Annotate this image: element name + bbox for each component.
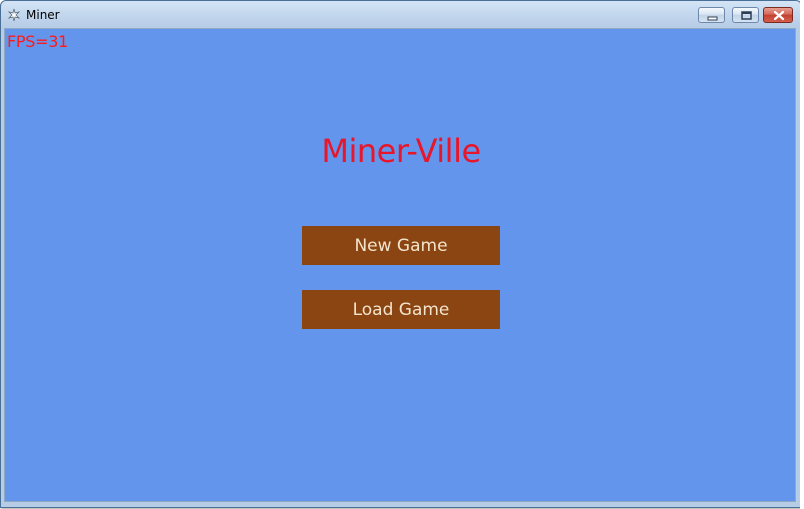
minimize-button[interactable] [698, 7, 725, 23]
close-icon [773, 10, 785, 21]
minimize-icon [707, 16, 718, 21]
load-game-button[interactable]: Load Game [302, 290, 500, 329]
new-game-button[interactable]: New Game [302, 226, 500, 265]
title-bar[interactable]: Miner [1, 1, 801, 29]
window-title: Miner [26, 8, 60, 22]
maximize-button[interactable] [732, 7, 759, 23]
desktop-edge [800, 0, 804, 509]
close-button[interactable] [763, 7, 793, 23]
application-window: Miner FPS=31 Miner-Ville New Game Load G… [0, 0, 802, 508]
game-title: Miner-Ville [321, 132, 481, 170]
game-canvas[interactable]: FPS=31 Miner-Ville New Game Load Game [4, 28, 796, 502]
app-icon [7, 7, 21, 22]
fps-counter: FPS=31 [7, 32, 68, 51]
maximize-icon [741, 11, 752, 20]
